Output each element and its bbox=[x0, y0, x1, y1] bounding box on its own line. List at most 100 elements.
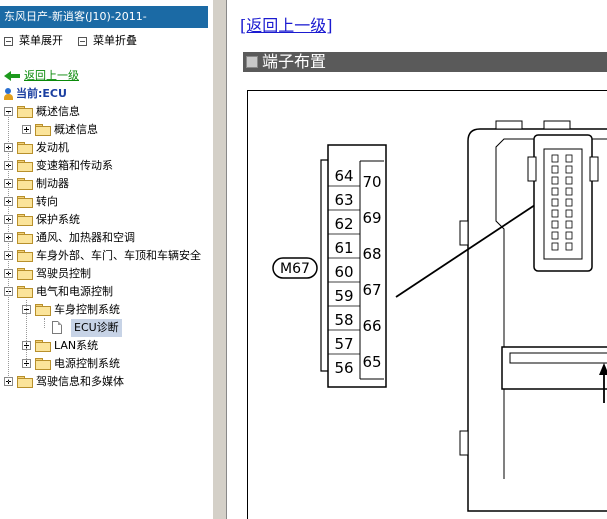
pin-label: 59 bbox=[334, 287, 353, 305]
expand-menu-button[interactable]: 菜单展开 bbox=[4, 33, 63, 49]
folder-icon bbox=[35, 358, 51, 370]
nav-title-bar: 东风日产-新逍客(J10)-2011- bbox=[0, 6, 208, 28]
nav-back-label: 返回上一级 bbox=[24, 69, 79, 82]
tree-node-label[interactable]: ECU诊断 bbox=[71, 319, 122, 337]
socket-pin-slot bbox=[565, 231, 573, 240]
tree-node-label[interactable]: 概述信息 bbox=[36, 103, 80, 121]
tree-node[interactable]: 制动器 bbox=[0, 175, 212, 193]
tree-node[interactable]: 电源控制系统 bbox=[0, 355, 212, 373]
tree-node[interactable]: 驾驶信息和多媒体 bbox=[0, 373, 212, 391]
ecu-socket-lower-row bbox=[509, 352, 607, 364]
socket-pin-slot bbox=[551, 209, 559, 218]
pin-label: 57 bbox=[334, 335, 353, 353]
socket-pin-slot bbox=[551, 154, 559, 163]
socket-pin-slot bbox=[551, 187, 559, 196]
folder-icon bbox=[17, 196, 33, 208]
tree-node[interactable]: 电气和电源控制 bbox=[0, 283, 212, 301]
ecu-socket-pin-area bbox=[543, 148, 583, 260]
socket-pin-slot bbox=[551, 165, 559, 174]
tree-node-label[interactable]: 驾驶员控制 bbox=[36, 265, 91, 283]
tree-connector-line bbox=[26, 300, 27, 365]
section-header: 端子布置 bbox=[243, 52, 607, 72]
pane-splitter[interactable] bbox=[212, 0, 227, 519]
tree-node-label[interactable]: 通风、加热器和空调 bbox=[36, 229, 135, 247]
nav-back-link[interactable]: 返回上一级 bbox=[4, 68, 79, 84]
current-node-indicator: 当前:ECU bbox=[4, 86, 67, 102]
tree-node[interactable]: 概述信息 bbox=[0, 121, 212, 139]
tree-node-label[interactable]: 驾驶信息和多媒体 bbox=[36, 373, 124, 391]
tree-node-label[interactable]: 车身控制系统 bbox=[54, 301, 120, 319]
pin-label: 63 bbox=[334, 191, 353, 209]
socket-pin-slot bbox=[565, 165, 573, 174]
tree-node-label[interactable]: 电源控制系统 bbox=[54, 355, 120, 373]
pin-label: 69 bbox=[362, 209, 381, 227]
tree-node-label[interactable]: 车身外部、车门、车顶和车辆安全 bbox=[36, 247, 201, 265]
content-pane: [返回上一级] 端子布置 64 63 62 61 60 59 58 57 56 70 69 68 67… bbox=[227, 0, 607, 519]
tree-node[interactable]: 发动机 bbox=[0, 139, 212, 157]
tree-node-label[interactable]: 概述信息 bbox=[54, 121, 98, 139]
tree-node[interactable]: 概述信息 bbox=[0, 103, 212, 121]
pin-label: 66 bbox=[362, 317, 381, 335]
folder-icon bbox=[35, 124, 51, 136]
section-title: 端子布置 bbox=[262, 52, 327, 71]
tree-node[interactable]: 保护系统 bbox=[0, 211, 212, 229]
tree-node[interactable]: 驾驶员控制 bbox=[0, 265, 212, 283]
current-location-icon bbox=[4, 88, 13, 100]
tree-node-label[interactable]: 转向 bbox=[36, 193, 58, 211]
open-folder-icon bbox=[17, 106, 33, 118]
socket-pin-slot bbox=[565, 220, 573, 229]
tree-node-label[interactable]: LAN系统 bbox=[54, 337, 98, 355]
content-back-link[interactable]: [返回上一级] bbox=[240, 12, 333, 36]
socket-pin-slot bbox=[551, 220, 559, 229]
document-icon bbox=[52, 321, 62, 334]
expand-menu-label: 菜单展开 bbox=[19, 34, 63, 47]
tree-node[interactable]: 通风、加热器和空调 bbox=[0, 229, 212, 247]
navigation-pane: 东风日产-新逍客(J10)-2011- 菜单展开 菜单折叠 返回上一级 当前:E… bbox=[0, 0, 212, 519]
section-bullet-icon bbox=[246, 56, 258, 68]
tree-node[interactable]: 车身控制系统 bbox=[0, 301, 212, 319]
tree-node-label[interactable]: 变速箱和传动系 bbox=[36, 157, 113, 175]
collapse-menu-label: 菜单折叠 bbox=[93, 34, 137, 47]
pin-label: 60 bbox=[334, 263, 353, 281]
pin-label: 65 bbox=[362, 353, 381, 371]
tree-node[interactable]: 变速箱和传动系 bbox=[0, 157, 212, 175]
folder-icon bbox=[35, 340, 51, 352]
socket-pin-slot bbox=[565, 187, 573, 196]
tree-node[interactable]: ECU诊断 bbox=[0, 319, 212, 337]
terminal-diagram-svg: 64 63 62 61 60 59 58 57 56 70 69 68 67 66 65 M67 bbox=[272, 120, 607, 512]
pin-label: 61 bbox=[334, 239, 353, 257]
tree-node-label[interactable]: 制动器 bbox=[36, 175, 69, 193]
folder-icon bbox=[17, 142, 33, 154]
connector-name: M67 bbox=[280, 261, 310, 277]
folder-icon bbox=[17, 268, 33, 280]
tree-node-label[interactable]: 发动机 bbox=[36, 139, 69, 157]
tree-node[interactable]: 车身外部、车门、车顶和车辆安全 bbox=[0, 247, 212, 265]
tree-node[interactable]: LAN系统 bbox=[0, 337, 212, 355]
terminal-diagram: 64 63 62 61 60 59 58 57 56 70 69 68 67 66 65 M67 bbox=[247, 90, 607, 519]
connector-latch bbox=[320, 159, 328, 372]
open-folder-icon bbox=[35, 304, 51, 316]
socket-pin-slot bbox=[551, 231, 559, 240]
pin-label: 58 bbox=[334, 311, 353, 329]
pointer-arrow-line bbox=[395, 198, 545, 298]
socket-pin-slot bbox=[565, 154, 573, 163]
ecu-tab bbox=[495, 120, 523, 130]
pin-label: 70 bbox=[362, 173, 381, 191]
socket-pin-slot bbox=[551, 198, 559, 207]
folder-icon bbox=[17, 160, 33, 172]
folder-icon bbox=[17, 214, 33, 226]
tree-node-label[interactable]: 电气和电源控制 bbox=[36, 283, 113, 301]
pin-label: 64 bbox=[334, 167, 353, 185]
socket-pin-slot bbox=[551, 176, 559, 185]
current-node-label: 当前:ECU bbox=[16, 87, 67, 100]
ecu-tab bbox=[543, 120, 571, 130]
tree-node[interactable]: 转向 bbox=[0, 193, 212, 211]
tree-node-label[interactable]: 保护系统 bbox=[36, 211, 80, 229]
collapse-menu-button[interactable]: 菜单折叠 bbox=[78, 33, 137, 49]
pin-label: 68 bbox=[362, 245, 381, 263]
ecu-side-tab bbox=[459, 220, 469, 246]
tree-connector-line bbox=[26, 130, 27, 131]
pin-label: 62 bbox=[334, 215, 353, 233]
folder-icon bbox=[17, 178, 33, 190]
expand-icon bbox=[4, 36, 13, 46]
